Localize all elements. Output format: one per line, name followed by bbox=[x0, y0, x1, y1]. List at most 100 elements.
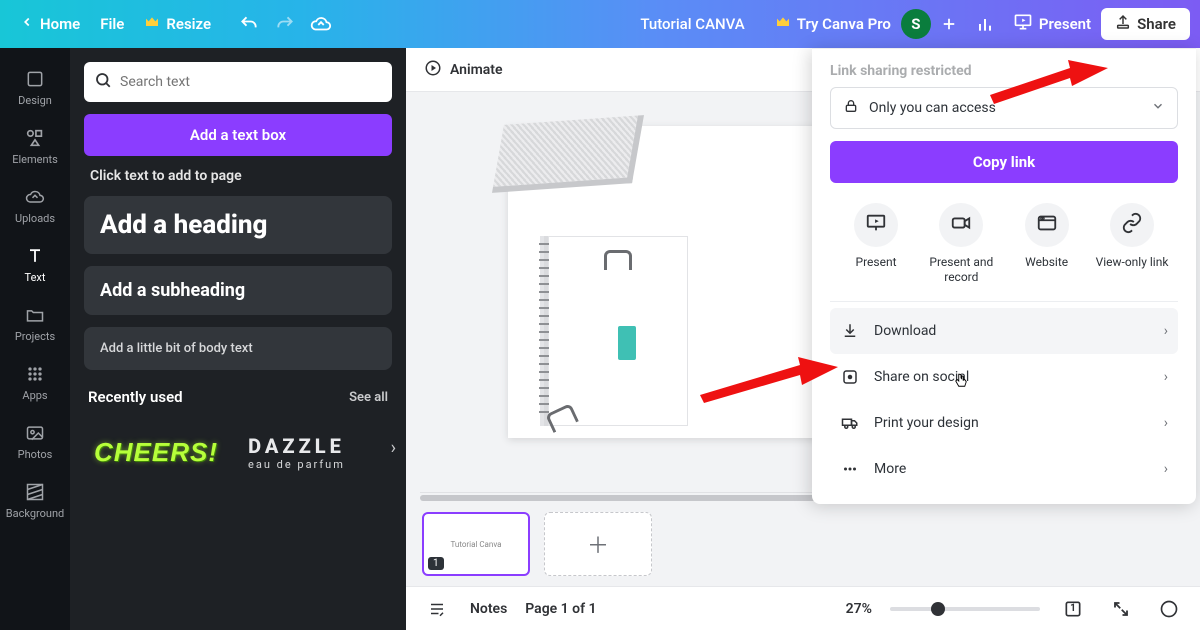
chevron-left-icon bbox=[20, 15, 34, 33]
body-label: Add a little bit of body text bbox=[100, 341, 253, 356]
notes-button[interactable] bbox=[422, 594, 452, 624]
record-icon bbox=[950, 212, 972, 238]
share-button[interactable]: Share bbox=[1101, 8, 1190, 40]
row-label: Download bbox=[874, 323, 936, 339]
recently-used-header: Recently used See all bbox=[84, 382, 392, 412]
recent-items-row: CHEERS! DAZZLE eau de parfum › bbox=[84, 424, 392, 471]
copy-link-button[interactable]: Copy link bbox=[830, 141, 1178, 183]
help-button[interactable] bbox=[1154, 594, 1184, 624]
tile-label: Website bbox=[1025, 255, 1068, 270]
tile-present[interactable]: Present bbox=[836, 203, 916, 285]
uploads-icon bbox=[24, 186, 46, 208]
try-pro-button[interactable]: Try Canva Pro bbox=[765, 8, 901, 40]
add-member-button[interactable] bbox=[931, 6, 967, 42]
tile-label: View-only link bbox=[1096, 255, 1169, 270]
rail-elements[interactable]: Elements bbox=[0, 117, 70, 176]
chevron-right-icon: › bbox=[1164, 323, 1168, 339]
zoom-value[interactable]: 27% bbox=[846, 601, 872, 617]
add-page-button[interactable]: ＋ bbox=[544, 512, 652, 576]
chevron-right-icon: › bbox=[1164, 461, 1168, 477]
notes-label[interactable]: Notes bbox=[470, 601, 507, 617]
rail-design[interactable]: Design bbox=[0, 58, 70, 117]
page-thumbnails: Tutorial Canva 1 ＋ bbox=[406, 502, 1200, 586]
resize-button[interactable]: Resize bbox=[134, 8, 221, 40]
tile-label: Present and record bbox=[921, 255, 1001, 285]
access-label: Only you can access bbox=[869, 100, 996, 116]
rail-label: Apps bbox=[22, 389, 47, 402]
add-text-box-button[interactable]: Add a text box bbox=[84, 114, 392, 156]
heading-label: Add a heading bbox=[100, 210, 267, 240]
add-heading-card[interactable]: Add a heading bbox=[84, 196, 392, 254]
tile-label: Present bbox=[856, 255, 897, 270]
rail-background[interactable]: Background bbox=[0, 471, 70, 530]
see-all-link[interactable]: See all bbox=[349, 390, 388, 405]
fullscreen-button[interactable] bbox=[1106, 594, 1136, 624]
page-decoration bbox=[618, 326, 636, 360]
subheading-label: Add a subheading bbox=[100, 280, 245, 301]
dazzle-sub: eau de parfum bbox=[248, 458, 345, 471]
present-button[interactable]: Present bbox=[1003, 6, 1101, 42]
share-tiles: Present Present and record Website View-… bbox=[830, 197, 1178, 302]
add-body-text-card[interactable]: Add a little bit of body text bbox=[84, 327, 392, 370]
home-button[interactable]: Home bbox=[10, 9, 90, 39]
download-row[interactable]: Download › bbox=[830, 308, 1178, 354]
tile-website[interactable]: Website bbox=[1007, 203, 1087, 285]
chevron-right-icon[interactable]: › bbox=[391, 437, 396, 458]
page-decoration bbox=[492, 115, 644, 193]
tile-view-only[interactable]: View-only link bbox=[1092, 203, 1172, 285]
analytics-button[interactable] bbox=[967, 6, 1003, 42]
avatar[interactable]: S bbox=[901, 9, 931, 39]
recent-item-dazzle[interactable]: DAZZLE eau de parfum bbox=[248, 434, 345, 471]
present-icon bbox=[865, 212, 887, 238]
present-label: Present bbox=[1039, 15, 1091, 33]
rail-photos[interactable]: Photos bbox=[0, 412, 70, 471]
file-menu[interactable]: File bbox=[90, 9, 134, 39]
rail-uploads[interactable]: Uploads bbox=[0, 176, 70, 235]
animate-button[interactable]: Animate bbox=[424, 59, 503, 81]
more-row[interactable]: More › bbox=[830, 446, 1178, 492]
cloud-sync-icon[interactable] bbox=[303, 6, 339, 42]
redo-button[interactable] bbox=[267, 6, 303, 42]
search-input[interactable] bbox=[120, 74, 382, 90]
rail-apps[interactable]: Apps bbox=[0, 353, 70, 412]
access-select[interactable]: Only you can access bbox=[830, 87, 1178, 129]
editor-footer: Notes Page 1 of 1 27% 1 bbox=[406, 586, 1200, 630]
chevron-right-icon: › bbox=[1164, 415, 1168, 431]
recent-item-cheers[interactable]: CHEERS! bbox=[94, 437, 218, 468]
elements-icon bbox=[24, 127, 46, 149]
panel-hint: Click text to add to page bbox=[84, 168, 392, 184]
tile-present-record[interactable]: Present and record bbox=[921, 203, 1001, 285]
share-popover: Link sharing restricted Only you can acc… bbox=[812, 48, 1196, 504]
search-input-wrapper[interactable] bbox=[84, 62, 392, 102]
rail-text[interactable]: Text bbox=[0, 235, 70, 294]
resize-label: Resize bbox=[166, 15, 211, 33]
search-icon bbox=[94, 71, 112, 93]
add-subheading-card[interactable]: Add a subheading bbox=[84, 266, 392, 315]
rail-projects[interactable]: Projects bbox=[0, 294, 70, 353]
avatar-initial: S bbox=[911, 15, 920, 33]
side-rail: Design Elements Uploads Text Projects Ap… bbox=[0, 48, 70, 630]
dazzle-title: DAZZLE bbox=[248, 434, 345, 458]
text-icon bbox=[24, 245, 46, 267]
zoom-slider[interactable] bbox=[890, 607, 1040, 611]
design-icon bbox=[24, 68, 46, 90]
animate-label: Animate bbox=[450, 62, 503, 78]
page-thumbnail[interactable]: Tutorial Canva 1 bbox=[422, 512, 530, 576]
add-text-box-label: Add a text box bbox=[190, 126, 286, 144]
print-row[interactable]: Print your design › bbox=[830, 400, 1178, 446]
share-social-row[interactable]: Share on social › bbox=[830, 354, 1178, 400]
home-label: Home bbox=[40, 15, 80, 33]
undo-button[interactable] bbox=[231, 6, 267, 42]
thumb-page-number: 1 bbox=[428, 557, 444, 570]
chevron-right-icon: › bbox=[1164, 369, 1168, 385]
page-indicator: Page 1 of 1 bbox=[525, 601, 596, 617]
rail-label: Background bbox=[6, 507, 64, 520]
topbar: Home File Resize Tutorial CANVA Try Canv… bbox=[0, 0, 1200, 48]
document-title[interactable]: Tutorial CANVA bbox=[630, 9, 754, 39]
row-label: Share on social bbox=[874, 369, 969, 385]
animate-icon bbox=[424, 59, 442, 81]
rail-label: Projects bbox=[15, 330, 55, 343]
rail-label: Uploads bbox=[15, 212, 55, 225]
lock-icon bbox=[843, 98, 859, 118]
grid-view-button[interactable]: 1 bbox=[1058, 594, 1088, 624]
